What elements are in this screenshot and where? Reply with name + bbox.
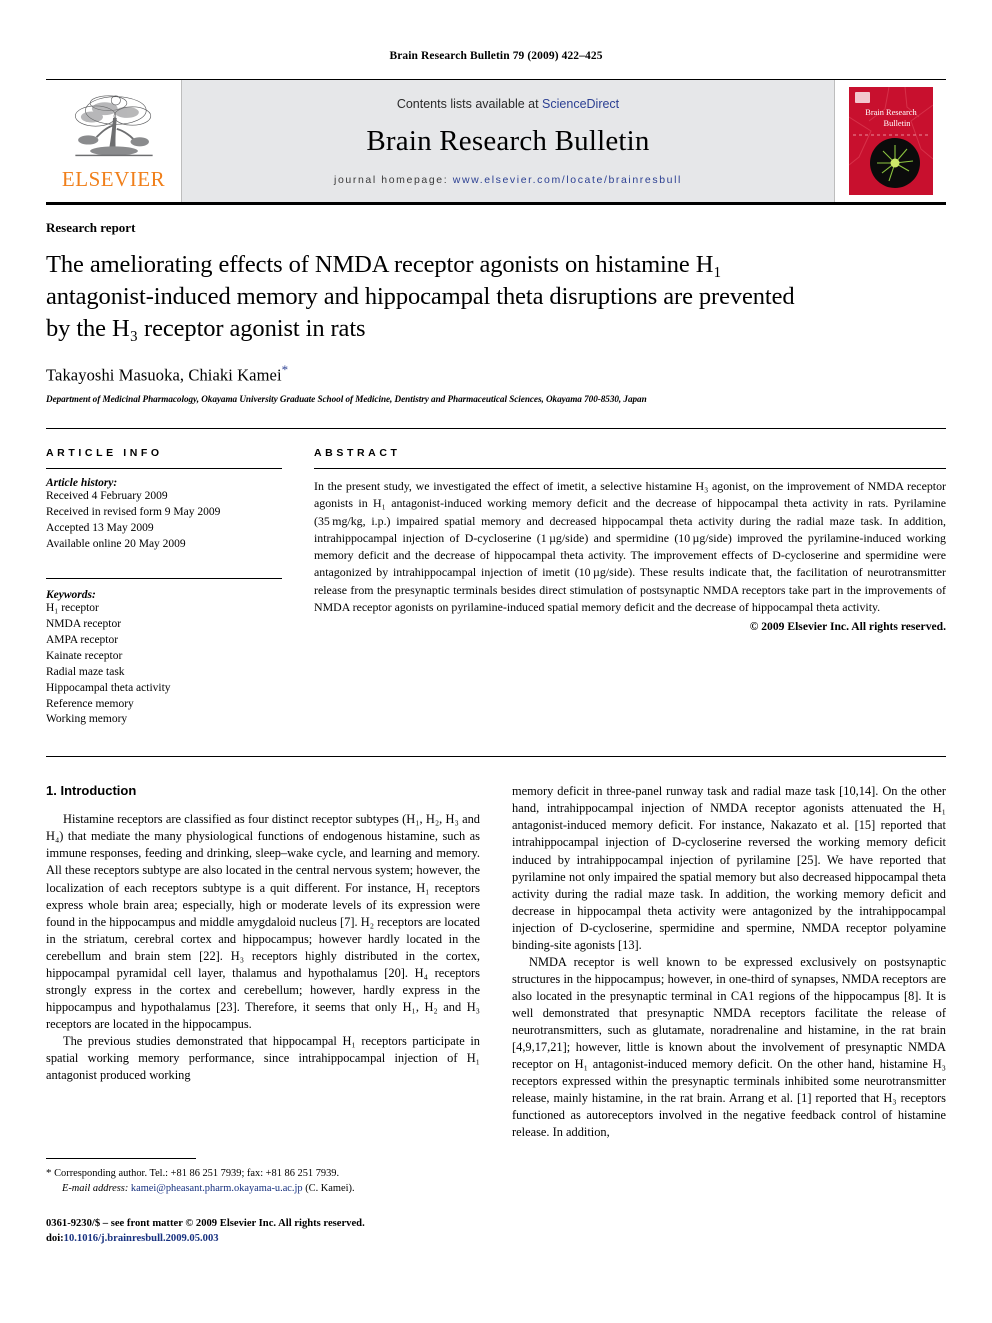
- email-suffix: (C. Kamei).: [305, 1182, 355, 1194]
- contents-available-line: Contents lists available at ScienceDirec…: [397, 97, 619, 111]
- contents-prefix: Contents lists available at: [396, 96, 543, 111]
- corresponding-author-marker: *: [281, 361, 289, 377]
- body-paragraph: Histamine receptors are classified as fo…: [46, 812, 480, 1031]
- masthead-center: Contents lists available at ScienceDirec…: [182, 80, 834, 202]
- body-column-left: 1. Introduction Histamine receptors are …: [46, 783, 480, 1141]
- corresponding-author-note: * Corresponding author. Tel.: +81 86 251…: [46, 1166, 480, 1182]
- body-paragraph: The previous studies demonstrated that h…: [46, 1033, 480, 1083]
- keywords-label: Keywords:: [46, 589, 96, 602]
- homepage-url-link[interactable]: www.elsevier.com/locate/brainresbull: [453, 174, 682, 186]
- email-label: E-mail address:: [62, 1182, 129, 1194]
- body-column-right: memory deficit in three-panel runway tas…: [512, 783, 946, 1141]
- abstract-heading: ABSTRACT: [314, 447, 401, 460]
- section-heading-introduction: 1. Introduction: [46, 783, 137, 799]
- article-body: 1. Introduction Histamine receptors are …: [46, 756, 946, 1141]
- history-item: Received in revised form 9 May 2009: [46, 505, 221, 518]
- author-list: Takayoshi Masuoka, Chiaki Kamei*: [46, 362, 946, 386]
- keywords-block: Keywords: H₁ receptor NMDA receptor AMPA…: [46, 578, 282, 728]
- info-abstract-block: ARTICLE INFO Article history: Received 4…: [46, 428, 946, 728]
- email-link[interactable]: kamei@pheasant.pharm.okayama-u.ac.jp: [131, 1183, 303, 1194]
- abstract-column: ABSTRACT In the present study, we invest…: [314, 447, 946, 728]
- journal-title: Brain Research Bulletin: [366, 124, 650, 157]
- history-item: Accepted 13 May 2009: [46, 521, 154, 534]
- keyword-item: AMPA receptor: [46, 634, 119, 647]
- footnote-divider: [46, 1158, 196, 1159]
- abstract-copyright: © 2009 Elsevier Inc. All rights reserved…: [749, 620, 946, 634]
- article-history-label: Article history:: [46, 477, 118, 490]
- journal-cover-image: Brain Research Bulletin: [848, 87, 933, 195]
- divider: [314, 468, 946, 470]
- author-affiliation: Department of Medicinal Pharmacology, Ok…: [46, 394, 647, 405]
- history-item: Available online 20 May 2009: [46, 537, 186, 550]
- body-paragraph: memory deficit in three-panel runway tas…: [512, 784, 946, 952]
- article-info-heading: ARTICLE INFO: [46, 447, 163, 460]
- article-page: Brain Research Bulletin 79 (2009) 422–42…: [0, 0, 992, 1323]
- issn-copyright-block: 0361-9230/$ – see front matter © 2009 El…: [46, 1216, 480, 1247]
- keyword-item: Working memory: [46, 713, 128, 726]
- journal-homepage-line: journal homepage: www.elsevier.com/locat…: [334, 174, 682, 186]
- elsevier-wordmark: ELSEVIER: [61, 167, 166, 191]
- keyword-item: H₁ receptor: [46, 602, 99, 615]
- divider: [46, 468, 282, 470]
- author-names: Takayoshi Masuoka, Chiaki Kamei: [46, 365, 282, 385]
- keyword-item: Hippocampal theta activity: [46, 681, 171, 694]
- history-item: Received 4 February 2009: [46, 490, 168, 503]
- article-info-column: ARTICLE INFO Article history: Received 4…: [46, 447, 282, 728]
- abstract-text: In the present study, we investigated th…: [314, 479, 946, 614]
- keyword-item: Radial maze task: [46, 665, 125, 678]
- asterisk-icon: *: [46, 1167, 52, 1179]
- elsevier-tree-icon: [74, 95, 153, 157]
- svg-text:Brain Research: Brain Research: [865, 108, 917, 117]
- running-head: Brain Research Bulletin 79 (2009) 422–42…: [389, 50, 603, 62]
- keyword-item: NMDA receptor: [46, 618, 122, 631]
- body-paragraph: NMDA receptor is well known to be expres…: [512, 954, 946, 1140]
- article-doctype: Research report: [46, 220, 136, 235]
- svg-text:Bulletin: Bulletin: [883, 119, 911, 128]
- page-title: The ameliorating effects of NMDA recepto…: [46, 251, 795, 342]
- publisher-logo: ELSEVIER: [46, 80, 182, 202]
- doi-link[interactable]: 10.1016/j.brainresbull.2009.05.003: [64, 1233, 219, 1244]
- email-note: E-mail address: kamei@pheasant.pharm.oka…: [46, 1182, 480, 1197]
- issn-line: 0361-9230/$ – see front matter © 2009 El…: [46, 1217, 365, 1229]
- doi-label: doi:: [46, 1232, 64, 1244]
- sciencedirect-link[interactable]: ScienceDirect: [542, 97, 619, 111]
- corresponding-author-text: Corresponding author. Tel.: +81 86 251 7…: [54, 1168, 340, 1179]
- journal-cover-thumbnail: Brain Research Bulletin: [834, 80, 946, 202]
- homepage-label: journal homepage:: [334, 173, 449, 186]
- keyword-item: Kainate receptor: [46, 650, 123, 663]
- page-footnote: * Corresponding author. Tel.: +81 86 251…: [46, 1158, 480, 1246]
- keyword-item: Reference memory: [46, 697, 134, 710]
- doi-line: doi:10.1016/j.brainresbull.2009.05.003: [46, 1231, 480, 1246]
- journal-masthead: ELSEVIER Contents lists available at Sci…: [46, 79, 946, 205]
